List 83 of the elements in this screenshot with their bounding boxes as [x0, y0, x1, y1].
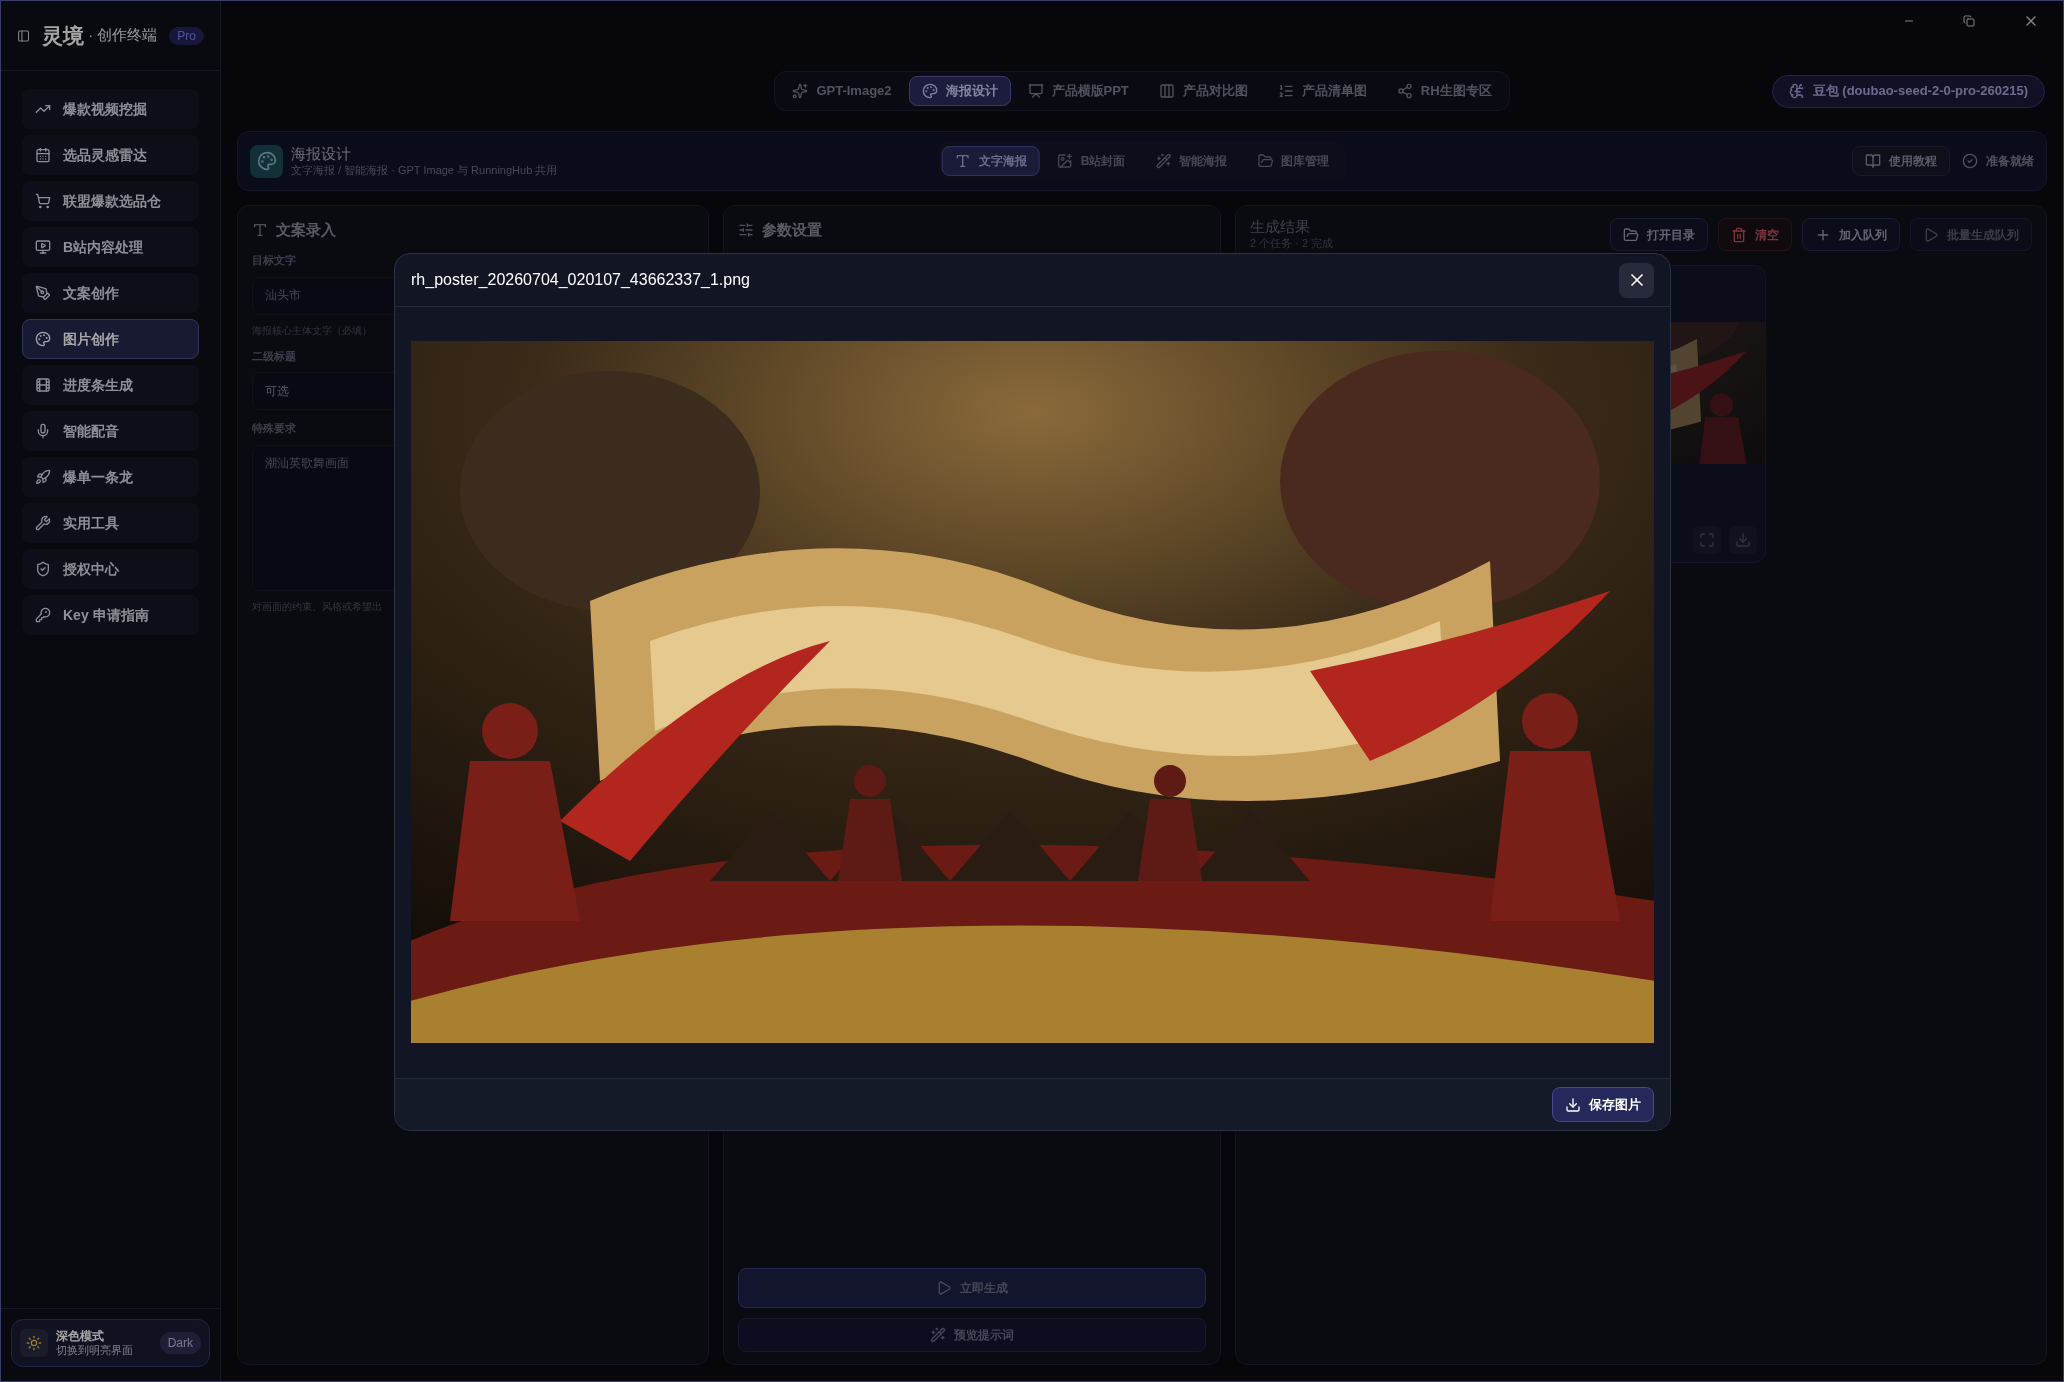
theme-badge: Dark — [159, 1332, 201, 1354]
columns-icon — [1158, 83, 1175, 99]
panel-title: 参数设置 — [762, 219, 822, 240]
presentation-icon — [1027, 83, 1044, 99]
sidebar-item[interactable]: 联盟爆款选品仓 — [22, 181, 199, 221]
app-name: 灵境 — [42, 22, 85, 49]
sidebar-item[interactable]: 授权中心 — [22, 549, 199, 589]
sidebar-item[interactable]: 文案创作 — [22, 273, 199, 313]
folder-icon — [1257, 153, 1274, 169]
field-label: 目标文字 — [252, 253, 297, 268]
toolbar-button[interactable]: 加入队列 — [1802, 218, 1900, 251]
image-icon — [1056, 153, 1073, 169]
check-icon — [1962, 153, 1978, 169]
model-selector[interactable]: 豆包 (doubao-seed-2-0-pro-260215) — [1771, 74, 2045, 108]
text-icon — [252, 222, 268, 238]
palette-icon — [256, 151, 277, 171]
key-icon — [35, 607, 51, 623]
preview-prompt-button[interactable]: 预览提示词 — [738, 1318, 1206, 1352]
book-icon — [1865, 153, 1881, 169]
save-image-button[interactable]: 保存图片 — [1552, 1087, 1654, 1122]
restore-icon — [1963, 15, 1975, 27]
sliders-icon — [738, 222, 754, 238]
film-icon — [35, 377, 51, 393]
top-tab[interactable]: 产品横版PPT — [1014, 76, 1142, 106]
field-label: 二级标题 — [252, 348, 297, 364]
sidebar-item[interactable]: 图片创作 — [22, 319, 199, 359]
sub-tab[interactable]: 图库管理 — [1244, 146, 1343, 176]
top-tab[interactable]: 产品对比图 — [1145, 76, 1261, 106]
sparkles-icon — [1155, 153, 1172, 169]
wrench-icon — [35, 515, 51, 531]
play-icon — [1923, 226, 1939, 243]
list-icon — [1277, 83, 1294, 99]
download-icon — [1565, 1096, 1581, 1113]
sidebar-item[interactable]: 进度条生成 — [22, 365, 199, 405]
panel-title: 文案录入 — [276, 219, 336, 240]
dialog-title: rh_poster_20260704_020107_43662337_1.png — [411, 270, 750, 290]
microphone-icon — [35, 423, 51, 439]
sidebar-item[interactable]: 选品灵感雷达 — [22, 135, 199, 175]
monitor-icon — [35, 239, 51, 255]
field-label: 特殊要求 — [252, 421, 297, 436]
text-icon — [954, 153, 971, 169]
share-icon — [1396, 83, 1413, 99]
app-subtitle: · 创作终端 — [88, 25, 158, 46]
sub-tab[interactable]: 智能海报 — [1142, 146, 1241, 176]
tutorial-button[interactable]: 使用教程 — [1852, 146, 1950, 176]
status-text: 准备就绪 — [1986, 153, 2034, 170]
cart-icon — [35, 193, 51, 209]
sidebar-item[interactable]: 爆款视频挖掘 — [22, 89, 199, 129]
palette-icon — [921, 83, 938, 99]
sidebar-item[interactable]: 智能配音 — [22, 411, 199, 451]
pro-badge: Pro — [169, 26, 204, 45]
sub-tab[interactable]: B站封面 — [1043, 146, 1139, 176]
trash-icon — [1731, 226, 1747, 243]
section-title: 海报设计 — [291, 144, 352, 164]
sidebar-item[interactable]: 爆单一条龙 — [22, 457, 199, 497]
panel-title: 生成结果 — [1250, 218, 1311, 237]
play-icon — [936, 1280, 952, 1296]
sidebar-item[interactable]: 实用工具 — [22, 503, 199, 543]
wand-icon — [930, 1327, 946, 1343]
sidebar-item[interactable]: B站内容处理 — [22, 227, 199, 267]
theme-toggle[interactable]: 深色模式 切换到明亮界面 Dark — [11, 1319, 210, 1367]
toolbar-button[interactable]: 清空 — [1718, 218, 1792, 251]
brain-icon — [1788, 83, 1805, 99]
close-button[interactable] — [1619, 262, 1654, 298]
toolbar-button[interactable]: 打开目录 — [1610, 218, 1708, 251]
pen-icon — [35, 285, 51, 301]
sun-icon — [26, 1335, 42, 1351]
sparkles-icon — [792, 83, 809, 99]
theme-title: 深色模式 — [56, 1328, 105, 1344]
palette-icon — [35, 331, 51, 347]
rocket-icon — [35, 469, 51, 485]
top-tab[interactable]: GPT-Image2 — [779, 76, 905, 106]
theme-hint: 切换到明亮界面 — [56, 1343, 133, 1358]
download-icon — [1735, 532, 1751, 548]
top-tab[interactable]: 海报设计 — [908, 76, 1011, 106]
top-tab[interactable]: RH生图专区 — [1383, 76, 1505, 106]
folder-icon — [1623, 226, 1639, 243]
expand-icon — [1699, 532, 1715, 548]
shield-icon — [35, 561, 51, 577]
sidebar-item[interactable]: Key 申请指南 — [22, 595, 199, 635]
calendar-icon — [35, 147, 51, 163]
sub-tab[interactable]: 文字海报 — [941, 146, 1040, 176]
top-tab[interactable]: 产品清单图 — [1264, 76, 1380, 106]
